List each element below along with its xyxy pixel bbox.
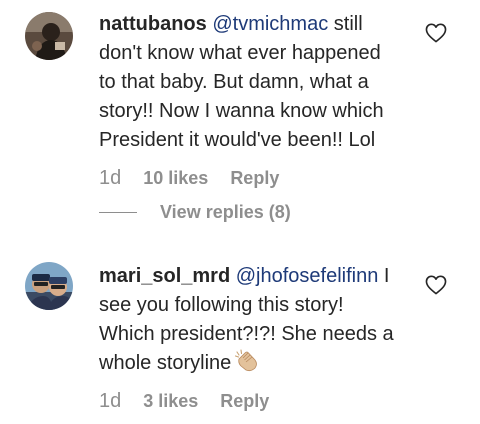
comment-text-line: Which president?!?! She needs a [99,323,394,345]
comment-likes-count[interactable]: 3 likes [143,391,198,412]
clapping-hands-icon [235,349,258,372]
comment-username[interactable]: mari_sol_mrd [99,265,230,287]
comment-meta: 1d 3 likes Reply [99,390,269,413]
comment-2: mari_sol_mrd @jhofosefelifinn I see you … [0,0,480,424]
profile-avatar-icon [25,262,73,310]
reply-button[interactable]: Reply [220,391,269,412]
comment-text-line: whole storyline [99,352,232,374]
comment-mention[interactable]: @jhofosefelifinn [236,265,379,287]
comment-text-line: see you following this story! [99,294,344,316]
comment-text: mari_sol_mrd @jhofosefelifinn I see you … [99,262,411,378]
avatar[interactable] [25,262,73,310]
comment-timestamp: 1d [99,390,122,412]
heart-outline-icon[interactable] [425,275,447,295]
comment-text-line: I [378,265,390,287]
